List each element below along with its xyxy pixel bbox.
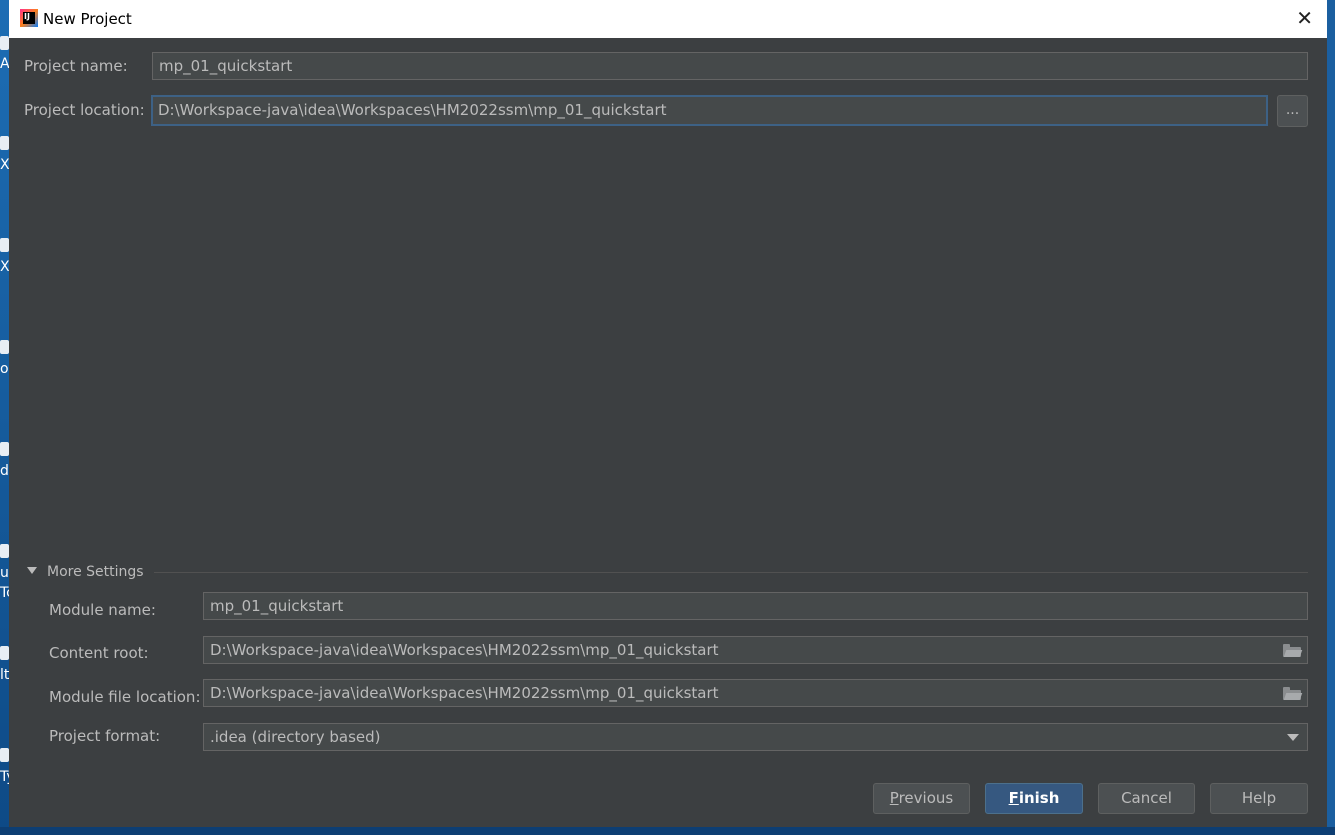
finish-label: inish — [1018, 789, 1060, 807]
desktop-shortcut-label: di — [0, 463, 9, 479]
close-icon[interactable]: ✕ — [1296, 7, 1313, 29]
content-root-value: D:\Workspace-java\idea\Workspaces\HM2022… — [210, 641, 719, 659]
previous-mnemonic: P — [889, 789, 899, 807]
project-location-label: Project location: — [24, 101, 145, 119]
desktop-shortcut-label: X — [0, 259, 9, 275]
finish-mnemonic: F — [1008, 789, 1019, 807]
finish-button[interactable]: Finish — [985, 783, 1083, 814]
desktop-shortcut-icon — [0, 544, 9, 558]
desktop-edge: Al Xs X o di u Tc lt Ty — [0, 0, 9, 835]
previous-label: revious — [898, 789, 954, 807]
folder-icon[interactable] — [1283, 644, 1303, 657]
more-settings-toggle[interactable]: More Settings — [27, 564, 144, 580]
desktop-shortcut-icon — [0, 340, 9, 354]
project-name-label: Project name: — [24, 57, 128, 75]
desktop-shortcut-label: u — [0, 565, 9, 581]
help-button[interactable]: Help — [1210, 783, 1308, 814]
module-file-location-label: Module file location: — [49, 688, 201, 706]
desktop-shortcut-label: Al — [0, 56, 9, 72]
title-bar: IJ New Project ✕ — [9, 0, 1327, 38]
new-project-dialog: IJ New Project ✕ Project name: mp_01_qui… — [9, 0, 1327, 827]
browse-button[interactable]: ... — [1277, 95, 1308, 127]
desktop-shortcut-icon — [0, 442, 9, 456]
project-name-field[interactable]: mp_01_quickstart — [152, 52, 1308, 80]
desktop-shortcut-icon — [0, 646, 9, 660]
module-file-location-field[interactable]: D:\Workspace-java\idea\Workspaces\HM2022… — [203, 679, 1308, 707]
desktop-shortcut-label: Ty — [0, 769, 9, 785]
project-format-value: .idea (directory based) — [210, 728, 381, 746]
more-settings-label: More Settings — [47, 564, 144, 580]
previous-button[interactable]: Previous — [873, 783, 970, 814]
desktop-shortcut-icon — [0, 238, 9, 252]
desktop-shortcut-label: lt — [0, 667, 9, 683]
project-format-select[interactable]: .idea (directory based) — [203, 723, 1308, 751]
desktop-shortcut-icon — [0, 748, 9, 762]
chevron-down-icon — [1287, 734, 1299, 741]
desktop-shortcut-icon — [0, 136, 9, 150]
cancel-button[interactable]: Cancel — [1098, 783, 1195, 814]
project-format-label: Project format: — [49, 727, 161, 745]
separator — [154, 572, 1308, 573]
window-title: New Project — [43, 10, 132, 28]
desktop-shortcut-label: Tc — [0, 585, 9, 601]
triangle-down-icon — [27, 566, 37, 574]
desktop-shortcut-label: Xs — [0, 157, 9, 173]
folder-icon[interactable] — [1283, 687, 1303, 700]
taskbar-edge — [0, 827, 1335, 835]
desktop-shortcut-icon — [0, 36, 9, 50]
module-file-location-value: D:\Workspace-java\idea\Workspaces\HM2022… — [210, 684, 719, 702]
intellij-idea-icon: IJ — [20, 9, 38, 27]
desktop-shortcut-label: o — [0, 361, 9, 377]
module-name-field[interactable]: mp_01_quickstart — [203, 592, 1308, 620]
content-root-field[interactable]: D:\Workspace-java\idea\Workspaces\HM2022… — [203, 636, 1308, 664]
module-name-label: Module name: — [49, 601, 156, 619]
content-root-label: Content root: — [49, 644, 149, 662]
project-location-field[interactable]: D:\Workspace-java\idea\Workspaces\HM2022… — [151, 95, 1268, 126]
